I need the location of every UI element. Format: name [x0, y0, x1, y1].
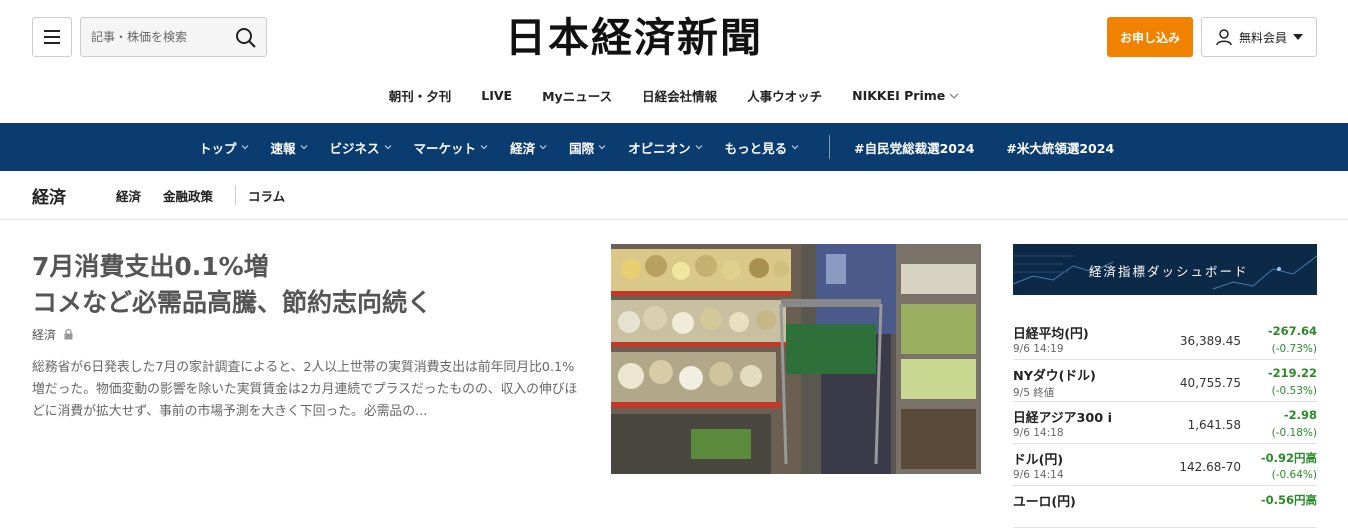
nav-divider	[829, 135, 831, 159]
market-time: 9/6 14:19	[1013, 343, 1064, 355]
nav-international[interactable]: 国際	[569, 138, 606, 157]
nav-label: 経済	[510, 140, 536, 156]
sublink-jinji-watch[interactable]: 人事ウオッチ	[747, 86, 822, 105]
market-change: -0.56円高	[1260, 493, 1317, 507]
nav-label: ビジネス	[329, 140, 380, 156]
nav-label: マーケット	[413, 140, 477, 156]
article-tag[interactable]: 経済	[32, 326, 56, 343]
market-name: ユーロ(円)	[1013, 495, 1076, 510]
market-change-percent: (-0.18%)	[1271, 427, 1317, 439]
nav-label: トップ	[199, 140, 237, 156]
market-change: -0.92円高	[1260, 451, 1317, 465]
market-row[interactable]: 日経平均(円) 9/6 14:19 36,389.45 -267.64 (-0.…	[1013, 318, 1317, 360]
member-menu-button[interactable]: 無料会員	[1201, 17, 1317, 57]
user-icon	[1216, 29, 1232, 46]
nav-more[interactable]: もっと見る	[725, 138, 800, 157]
article-summary[interactable]: 総務省が6日発表した7月の家計調査によると、2人以上世帯の実質消費支出は前年同月…	[32, 357, 579, 423]
market-name: NYダウ(ドル)	[1013, 369, 1096, 384]
market-value: 1,641.58	[1187, 418, 1241, 432]
market-value: 40,755.75	[1179, 376, 1241, 390]
nav-sokuho[interactable]: 速報	[271, 138, 308, 157]
menu-icon	[44, 30, 60, 44]
nikkei-logo[interactable]: 日本経済新聞	[505, 14, 763, 61]
nav-economy[interactable]: 経済	[510, 138, 547, 157]
chevron-down-icon	[949, 93, 959, 99]
section-divider	[235, 185, 237, 205]
nav-label: 国際	[569, 140, 595, 156]
chevron-down-icon	[539, 145, 547, 150]
market-row[interactable]: ドル(円) 9/6 14:14 142.68-70 -0.92円高 (-0.64…	[1013, 444, 1317, 486]
market-row[interactable]: ユーロ(円) -0.56円高	[1013, 486, 1317, 528]
sublink-chokan-yukan[interactable]: 朝刊・夕刊	[389, 86, 452, 105]
sublink-live[interactable]: LIVE	[481, 86, 512, 105]
site-header: 日本経済新聞 お申し込み 無料会員	[0, 0, 1348, 78]
market-name: ドル(円)	[1013, 453, 1064, 468]
chevron-down-icon	[241, 145, 248, 150]
sublink-nikkei-prime[interactable]: NIKKEI Prime	[852, 86, 959, 105]
dashboard-title: 経済指標ダッシュボード	[1089, 264, 1249, 279]
utility-links: 朝刊・夕刊 LIVE Myニュース 日経会社情報 人事ウオッチ NIKKEI P…	[0, 86, 1348, 105]
section-link-economy[interactable]: 経済	[116, 186, 141, 205]
chevron-down-icon	[300, 145, 307, 150]
article-headline[interactable]: 7月消費支出0.1%増 コメなど必需品高騰、節約志向続く	[32, 249, 592, 321]
nikkei-prime-label: NIKKEI Prime	[852, 88, 946, 103]
market-time: 9/5 終値	[1013, 387, 1055, 399]
sublink-company-info[interactable]: 日経会社情報	[642, 86, 717, 105]
nav-top[interactable]: トップ	[199, 138, 249, 157]
search-input[interactable]	[81, 30, 221, 44]
section-link-monetary-policy[interactable]: 金融政策	[163, 186, 213, 205]
market-change-percent: (-0.53%)	[1271, 385, 1317, 397]
search-icon[interactable]	[235, 27, 257, 49]
chevron-down-icon	[384, 145, 391, 150]
market-value: 142.68-70	[1179, 460, 1241, 474]
hamburger-menu-button[interactable]	[32, 17, 72, 57]
headline-line-1: 7月消費支出0.1%増	[32, 252, 269, 281]
chevron-down-icon	[598, 145, 606, 150]
nav-label: 速報	[270, 140, 296, 156]
market-change: -219.22	[1267, 366, 1317, 380]
market-name: 日経アジア300 i	[1013, 411, 1113, 426]
nav-market[interactable]: マーケット	[414, 138, 489, 157]
market-name: 日経平均(円)	[1013, 327, 1089, 342]
sublink-my-news[interactable]: Myニュース	[542, 86, 612, 105]
nav-label: もっと見る	[724, 140, 788, 156]
nav-label: オピニオン	[628, 140, 691, 156]
chevron-down-icon	[695, 145, 703, 150]
lock-icon	[64, 329, 73, 340]
nav-tag-ldp-election[interactable]: #自民党総裁選2024	[854, 138, 974, 157]
section-title[interactable]: 経済	[32, 183, 66, 208]
chevron-down-icon	[791, 145, 799, 150]
section-links: 経済 金融政策 コラム	[116, 185, 307, 205]
market-change-percent: (-0.73%)	[1271, 343, 1317, 355]
article-meta: 経済	[32, 326, 73, 343]
market-change: -2.98	[1283, 408, 1317, 422]
market-value: 36,389.45	[1179, 334, 1241, 348]
nav-opinion[interactable]: オピニオン	[628, 138, 703, 157]
search-box	[80, 17, 267, 57]
dashboard-banner[interactable]: 経済指標ダッシュボード	[1013, 244, 1317, 295]
market-change: -267.64	[1267, 324, 1317, 338]
market-change-percent: (-0.64%)	[1271, 469, 1317, 481]
section-link-column[interactable]: コラム	[248, 186, 285, 205]
signup-button[interactable]: お申し込み	[1107, 17, 1193, 57]
article-photo[interactable]	[611, 244, 981, 474]
market-time: 9/6 14:18	[1013, 427, 1064, 439]
nav-business[interactable]: ビジネス	[330, 138, 392, 157]
market-row[interactable]: NYダウ(ドル) 9/5 終値 40,755.75 -219.22 (-0.53…	[1013, 360, 1317, 402]
section-bar: 経済 経済 金融政策 コラム	[0, 171, 1348, 220]
market-time: 9/6 14:14	[1013, 469, 1064, 481]
market-indicators: 日経平均(円) 9/6 14:19 36,389.45 -267.64 (-0.…	[1013, 318, 1317, 528]
chevron-down-icon	[480, 145, 488, 150]
headline-line-2: コメなど必需品高騰、節約志向続く	[32, 288, 433, 317]
caret-down-icon	[1293, 34, 1303, 40]
market-row[interactable]: 日経アジア300 i 9/6 14:18 1,641.58 -2.98 (-0.…	[1013, 402, 1317, 444]
member-label: 無料会員	[1238, 30, 1287, 45]
supermarket-photo	[611, 244, 981, 474]
main-navigation: トップ 速報 ビジネス マーケット 経済 国際 オピニオン もっと見る #自民党…	[0, 123, 1348, 171]
nav-tag-us-election[interactable]: #米大統領選2024	[1006, 138, 1114, 157]
